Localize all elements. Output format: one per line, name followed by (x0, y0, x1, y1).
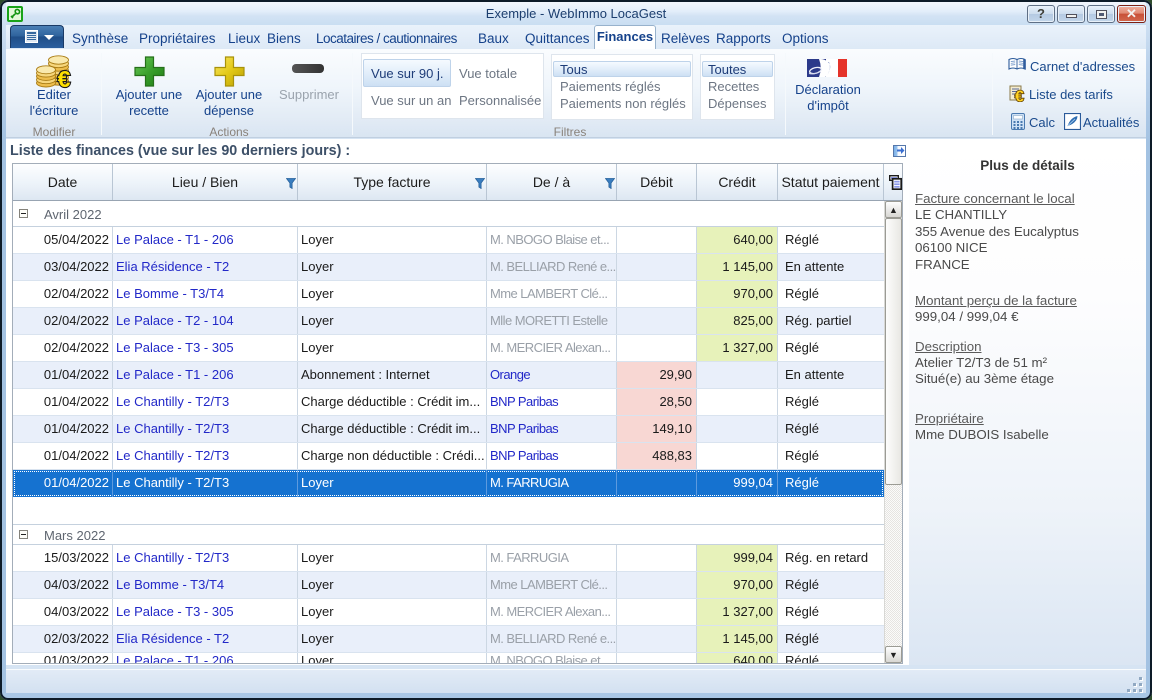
svg-text:€: € (58, 66, 71, 89)
svg-text:€: € (1015, 89, 1024, 103)
